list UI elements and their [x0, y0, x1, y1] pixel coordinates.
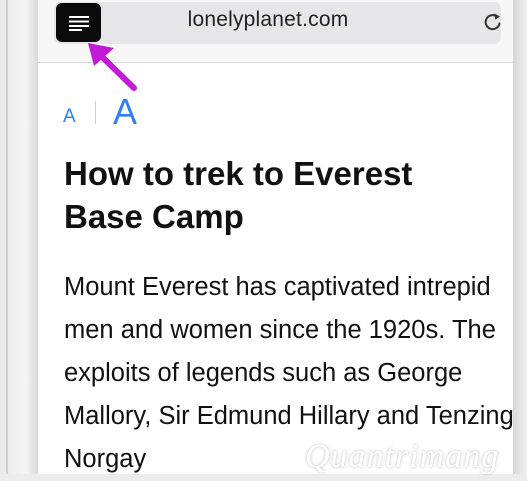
reader-list-icon: [68, 15, 89, 31]
reader-view-button[interactable]: [56, 3, 101, 42]
article-title: How to trek to Everest Base Camp: [64, 155, 413, 235]
font-size-decrease-button[interactable]: A: [63, 106, 76, 128]
address-bar: lonelyplanet.com: [38, 0, 513, 63]
watermark: Quantrimang: [305, 438, 500, 475]
reload-icon[interactable]: [481, 10, 505, 34]
device-frame-left: [0, 0, 38, 474]
url-text[interactable]: lonelyplanet.com: [158, 8, 378, 32]
font-size-increase-button[interactable]: A: [113, 91, 137, 133]
font-size-divider: [95, 101, 96, 124]
